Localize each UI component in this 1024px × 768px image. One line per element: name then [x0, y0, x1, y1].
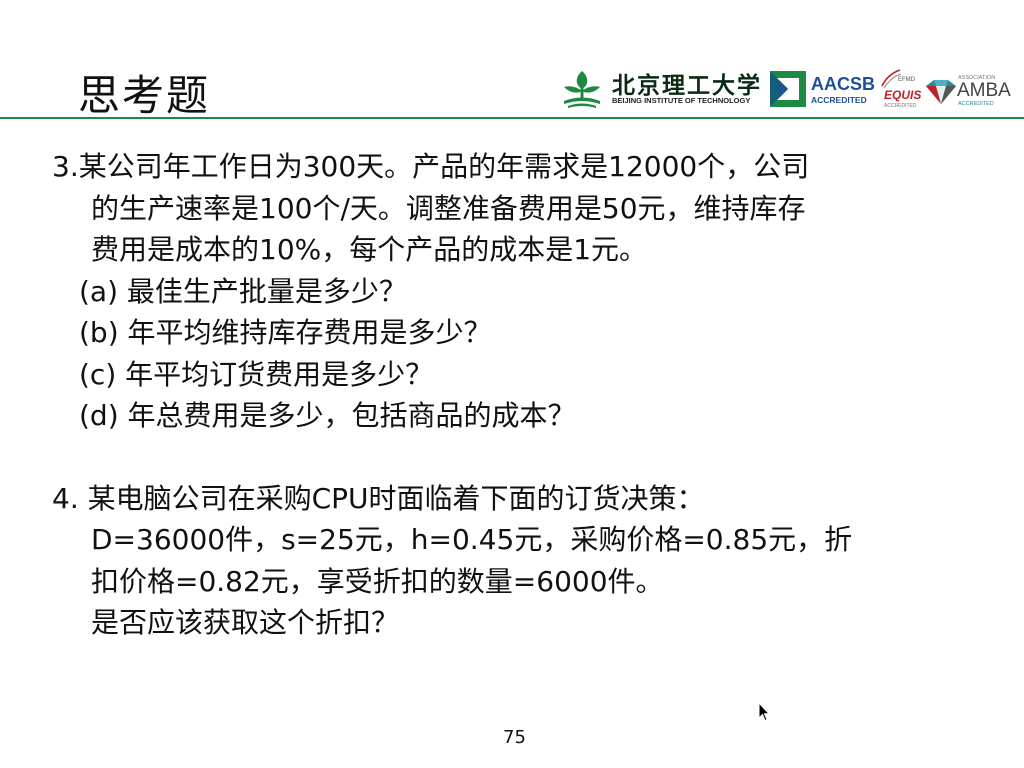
question-3-item-c: (c) 年平均订货费用是多少？: [79, 357, 434, 391]
bit-chinese-name: 北京理工大学: [612, 72, 762, 99]
slide-title: 思考题: [78, 71, 211, 120]
question-4-line-1: 4. 某电脑公司在采购CPU时面临着下面的订货决策：: [52, 481, 705, 515]
amba-diamond-icon: [926, 80, 956, 104]
question-4-line-2: D=36000件，s=25元，h=0.45元，采购价格=0.85元，折: [91, 523, 853, 556]
question-4: 4. 某电脑公司在采购CPU时面临着下面的订货决策： D=36000件，s=25…: [52, 478, 982, 644]
efmd-label: EFMD: [898, 77, 915, 83]
amba-accredited: ACCREDITED: [958, 101, 994, 107]
accreditation-logo-bar: 北京理工大学 BEIJING INSTITUTE OF TECHNOLOGY A…: [558, 66, 1014, 114]
aacsb-name: AACSB: [811, 74, 876, 94]
question-3: 3.某公司年工作日为300天。产品的年需求是12000个，公司 的生产速率是10…: [52, 146, 982, 437]
question-3-item-d: (d) 年总费用是多少，包括商品的成本？: [79, 399, 576, 432]
bit-emblem-icon: [564, 71, 600, 108]
aacsb-emblem-icon: [770, 71, 806, 107]
question-3-line-3: 费用是成本的10%，每个产品的成本是1元。: [91, 233, 648, 266]
equis-accredited: ACCREDITED: [884, 103, 917, 109]
question-3-item-a: (a) 最佳生产批量是多少？: [79, 274, 407, 308]
question-4-line-3: 扣价格=0.82元，享受折扣的数量=6000件。: [91, 564, 664, 598]
mouse-pointer-icon: [758, 702, 770, 722]
question-3-line-2: 的生产速率是100个/天。调整准备费用是50元，维持库存: [91, 191, 806, 225]
bit-english-name: BEIJING INSTITUTE OF TECHNOLOGY: [612, 96, 751, 105]
header-divider: [0, 117, 1024, 119]
question-4-line-4: 是否应该获取这个折扣？: [91, 606, 400, 639]
page-number: 75: [503, 727, 526, 748]
question-3-line-1: 3.某公司年工作日为300天。产品的年需求是12000个，公司: [52, 150, 810, 183]
slide-body: 3.某公司年工作日为300天。产品的年需求是12000个，公司 的生产速率是10…: [52, 146, 982, 644]
amba-name: AMBA: [957, 80, 1011, 101]
aacsb-accredited: ACCREDITED: [811, 95, 867, 105]
equis-name: EQUIS: [884, 88, 922, 102]
question-3-item-b: (b) 年平均维持库存费用是多少？: [79, 316, 492, 349]
